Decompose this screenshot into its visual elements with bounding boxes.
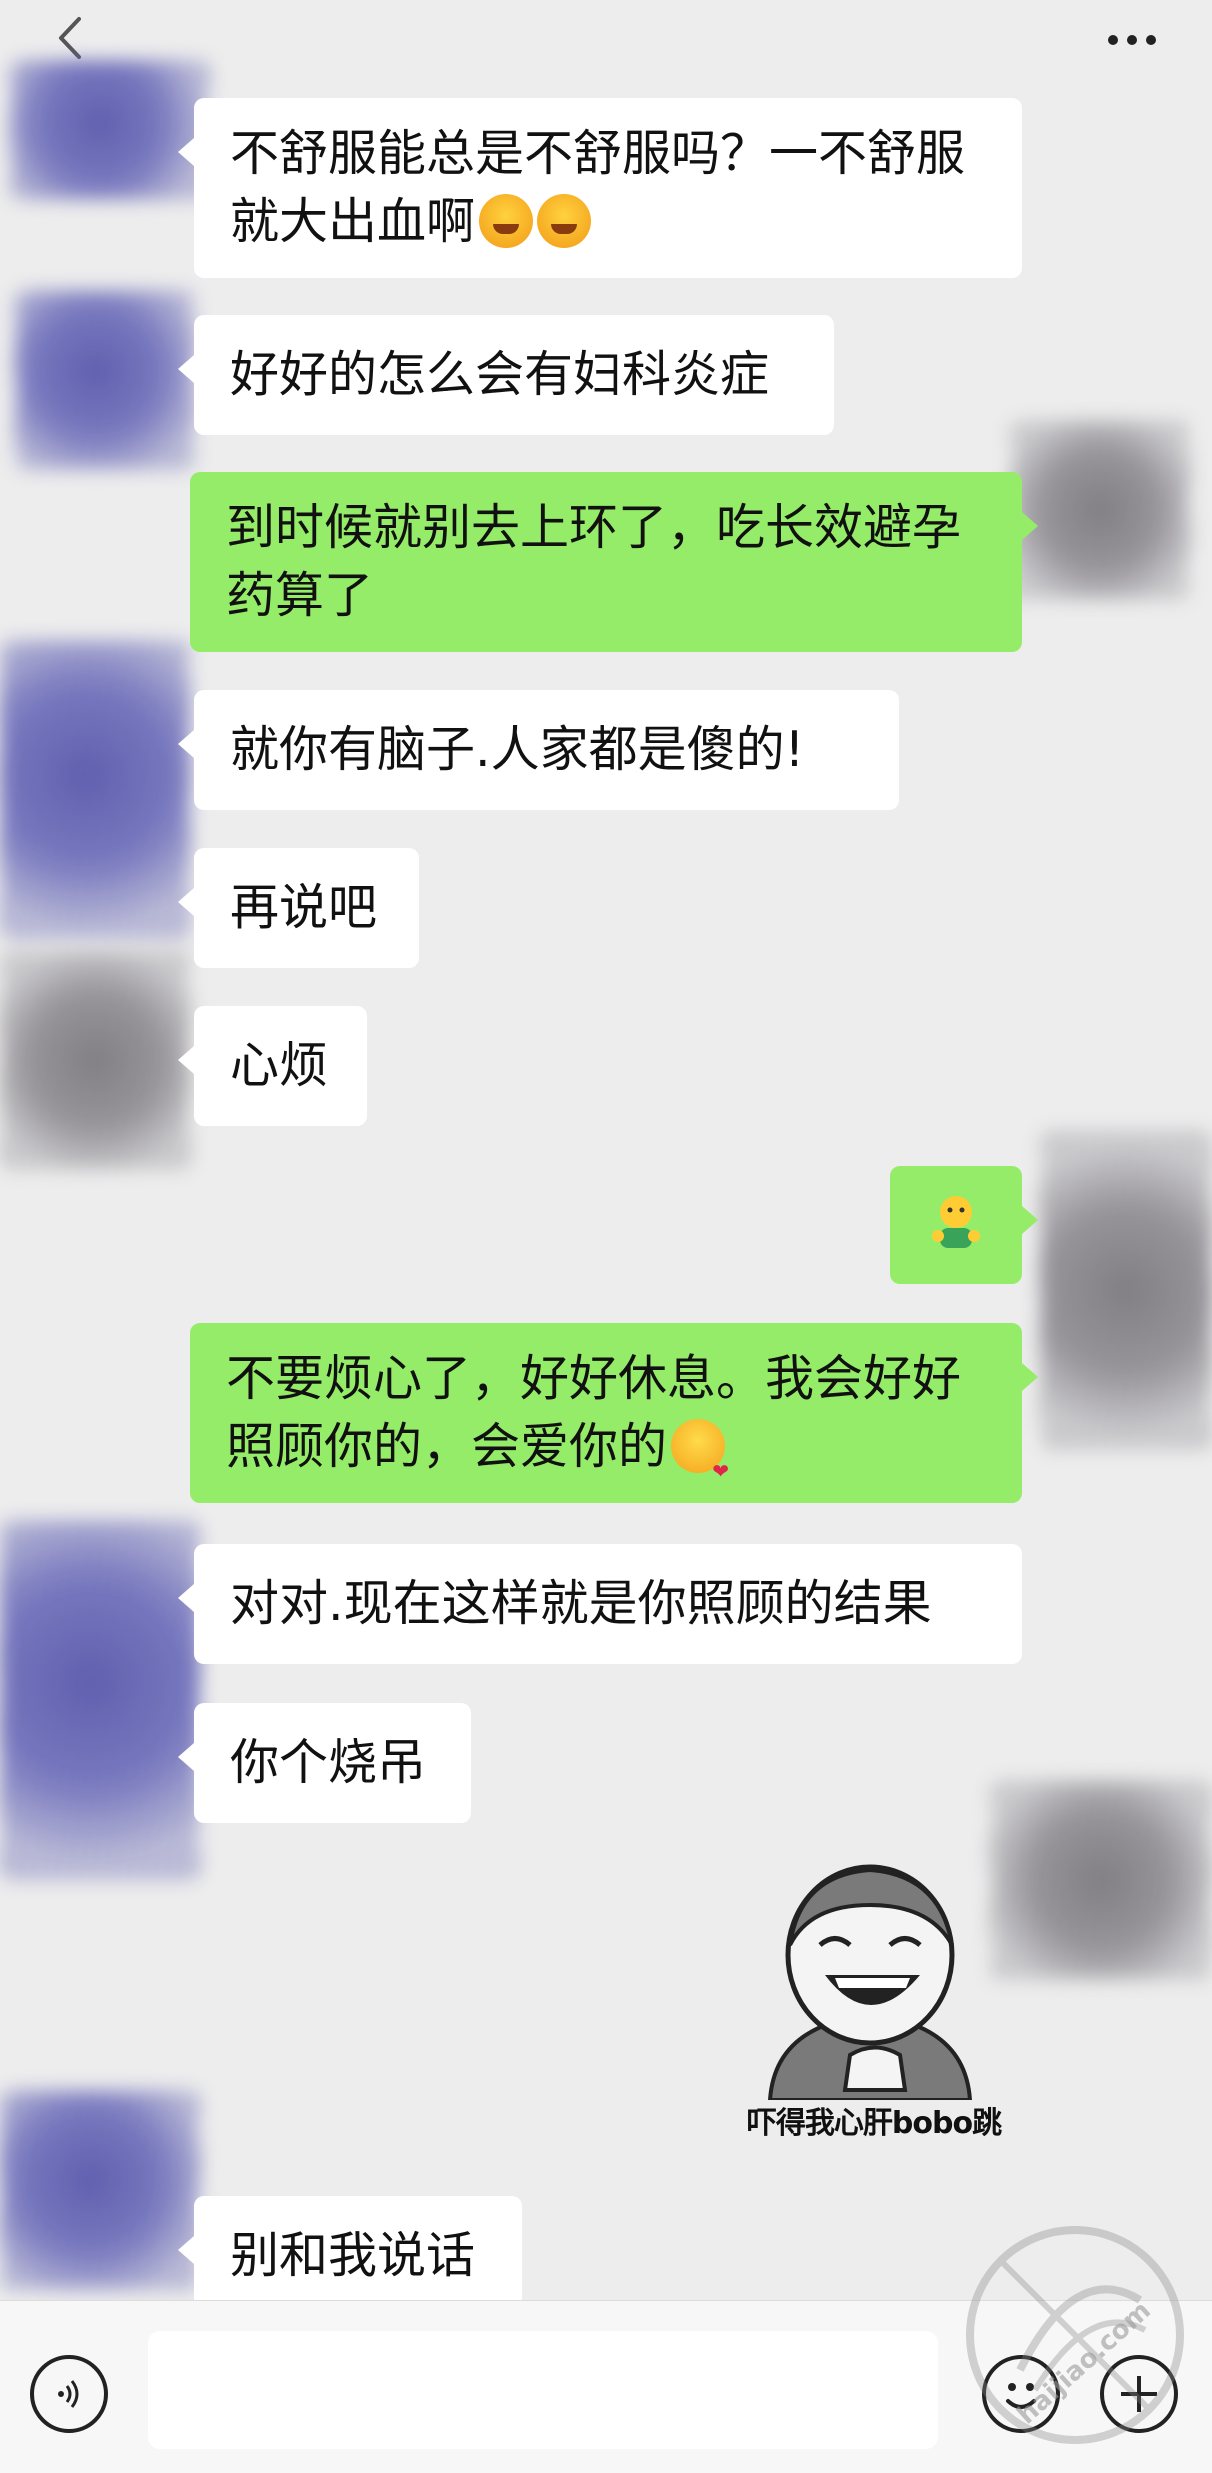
user-avatar[interactable] [1010,420,1190,600]
voice-icon [58,2380,79,2408]
contact-avatar[interactable] [0,1520,200,1880]
chat-input-bar [0,2300,1212,2473]
angry-crying-face-icon [537,194,592,248]
more-dots-icon [1108,35,1118,45]
chevron-left-icon [59,17,81,59]
contact-avatar[interactable] [0,2090,200,2290]
message-text: 好好的怎么会有妇科炎症 [230,346,770,403]
message-text: 你个烧吊 [230,1734,427,1791]
message-text: 不要烦心了，好好休息。我会好好照顾你的，会爱你的 [226,1345,986,1505]
message-text: 就你有脑子.人家都是傻的! [230,721,805,778]
message-text: 心烦 [230,1037,329,1094]
message-bubble-incoming[interactable]: 再说吧 [178,848,419,968]
more-options-button[interactable] [1092,10,1172,70]
message-bubble-outgoing[interactable]: 不要烦心了，好好休息。我会好好照顾你的，会爱你的 [190,1323,1038,1505]
message-bubble-incoming[interactable]: 好好的怎么会有妇科炎症 [178,315,834,435]
message-text: 再说吧 [230,879,378,936]
plus-button[interactable] [1100,2355,1178,2433]
meme-sticker[interactable]: 吓得我心肝bobo跳 [730,1850,1010,2150]
message-bubble-incoming[interactable]: 心烦 [178,1006,367,1126]
hugging-person-emoji-icon [932,1196,980,1248]
user-avatar[interactable] [1040,1130,1212,1450]
message-bubble-incoming[interactable]: 别和我说话 [178,2196,522,2316]
laughing-man-sticker-icon [767,1864,973,2102]
angry-crying-face-icon [479,194,534,248]
message-bubble-outgoing[interactable]: 到时候就别去上环了，吃长效避孕药算了 [190,472,1038,652]
message-bubble-outgoing[interactable] [890,1166,1038,1284]
message-text: 别和我说话 [230,2227,476,2284]
more-dot [1146,35,1156,45]
contact-avatar[interactable] [0,950,190,1170]
user-avatar[interactable] [990,1780,1212,1980]
sticker-caption: 吓得我心肝bobo跳 [746,2106,1002,2141]
message-bubble-incoming[interactable]: 就你有脑子.人家都是傻的! [178,690,899,810]
kissing-face-icon [671,1419,729,1505]
more-dot [1127,35,1137,45]
voice-button[interactable] [30,2355,108,2433]
contact-avatar[interactable] [15,290,195,470]
contact-avatar[interactable] [0,640,190,940]
plus-icon [1121,2376,1157,2412]
message-bubble-incoming[interactable]: 你个烧吊 [178,1703,471,1823]
message-text: 对对.现在这样就是你照顾的结果 [230,1575,932,1632]
contact-avatar[interactable] [10,60,210,200]
message-text: 不舒服能总是不舒服吗？一不舒服就大出血啊 [230,125,966,250]
message-input[interactable] [148,2331,938,2449]
message-bubble-incoming[interactable]: 对对.现在这样就是你照顾的结果 [178,1544,1022,1664]
message-text: 到时候就别去上环了，吃长效避孕药算了 [226,499,962,624]
message-bubble-incoming[interactable]: 不舒服能总是不舒服吗？一不舒服就大出血啊 [178,98,1022,278]
back-button[interactable] [40,8,100,68]
